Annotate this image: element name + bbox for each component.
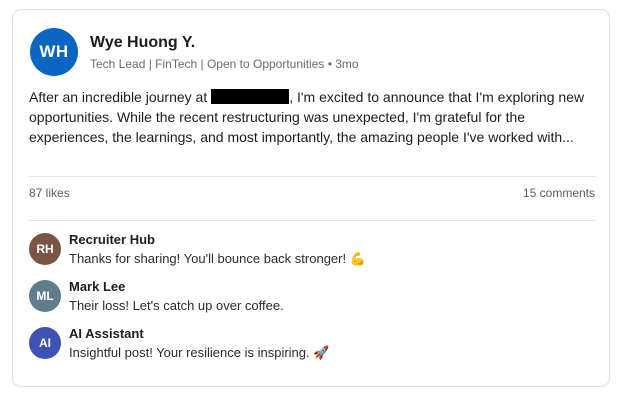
post-stats: 87 likes 15 comments [29, 186, 595, 200]
likes-count[interactable]: 87 likes [29, 186, 70, 200]
comment-item: RH Recruiter Hub Thanks for sharing! You… [29, 232, 366, 267]
comment-item: ML Mark Lee Their loss! Let's catch up o… [29, 279, 284, 314]
commenter-avatar[interactable]: ML [29, 280, 61, 312]
commenter-name[interactable]: Mark Lee [69, 279, 284, 295]
comment-content: Recruiter Hub Thanks for sharing! You'll… [69, 232, 366, 267]
redacted-company-block [211, 89, 290, 104]
commenter-name[interactable]: AI Assistant [69, 326, 329, 342]
post-card: WH Wye Huong Y. Tech Lead | FinTech | Op… [12, 9, 610, 387]
commenter-avatar[interactable]: RH [29, 233, 61, 265]
comment-body: Insightful post! Your resilience is insp… [69, 345, 310, 360]
comments-count[interactable]: 15 comments [523, 186, 595, 200]
comment-text: Their loss! Let's catch up over coffee. [69, 298, 284, 314]
author-headline: Tech Lead | FinTech | Open to Opportunit… [90, 57, 359, 71]
author-name[interactable]: Wye Huong Y. [90, 33, 359, 53]
comment-body: Thanks for sharing! You'll bounce back s… [69, 251, 347, 266]
author-info: Wye Huong Y. Tech Lead | FinTech | Open … [90, 33, 359, 71]
author-avatar[interactable]: WH [30, 28, 78, 76]
comment-body: Their loss! Let's catch up over coffee. [69, 298, 284, 313]
divider [29, 220, 596, 221]
comment-content: AI Assistant Insightful post! Your resil… [69, 326, 329, 361]
comment-content: Mark Lee Their loss! Let's catch up over… [69, 279, 284, 314]
post-text: After an incredible journey at, I'm exci… [29, 87, 589, 147]
comment-text: Insightful post! Your resilience is insp… [69, 345, 329, 361]
commenter-name[interactable]: Recruiter Hub [69, 232, 366, 248]
post-text-start: After an incredible journey at [29, 89, 208, 105]
comment-text: Thanks for sharing! You'll bounce back s… [69, 251, 366, 267]
rocket-emoji-icon: 🚀 [313, 345, 330, 360]
comment-item: AI AI Assistant Insightful post! Your re… [29, 326, 329, 361]
divider [29, 176, 596, 177]
post-header: WH Wye Huong Y. Tech Lead | FinTech | Op… [30, 28, 359, 76]
commenter-avatar[interactable]: AI [29, 327, 61, 359]
flexed-biceps-emoji-icon: 💪 [349, 251, 366, 266]
